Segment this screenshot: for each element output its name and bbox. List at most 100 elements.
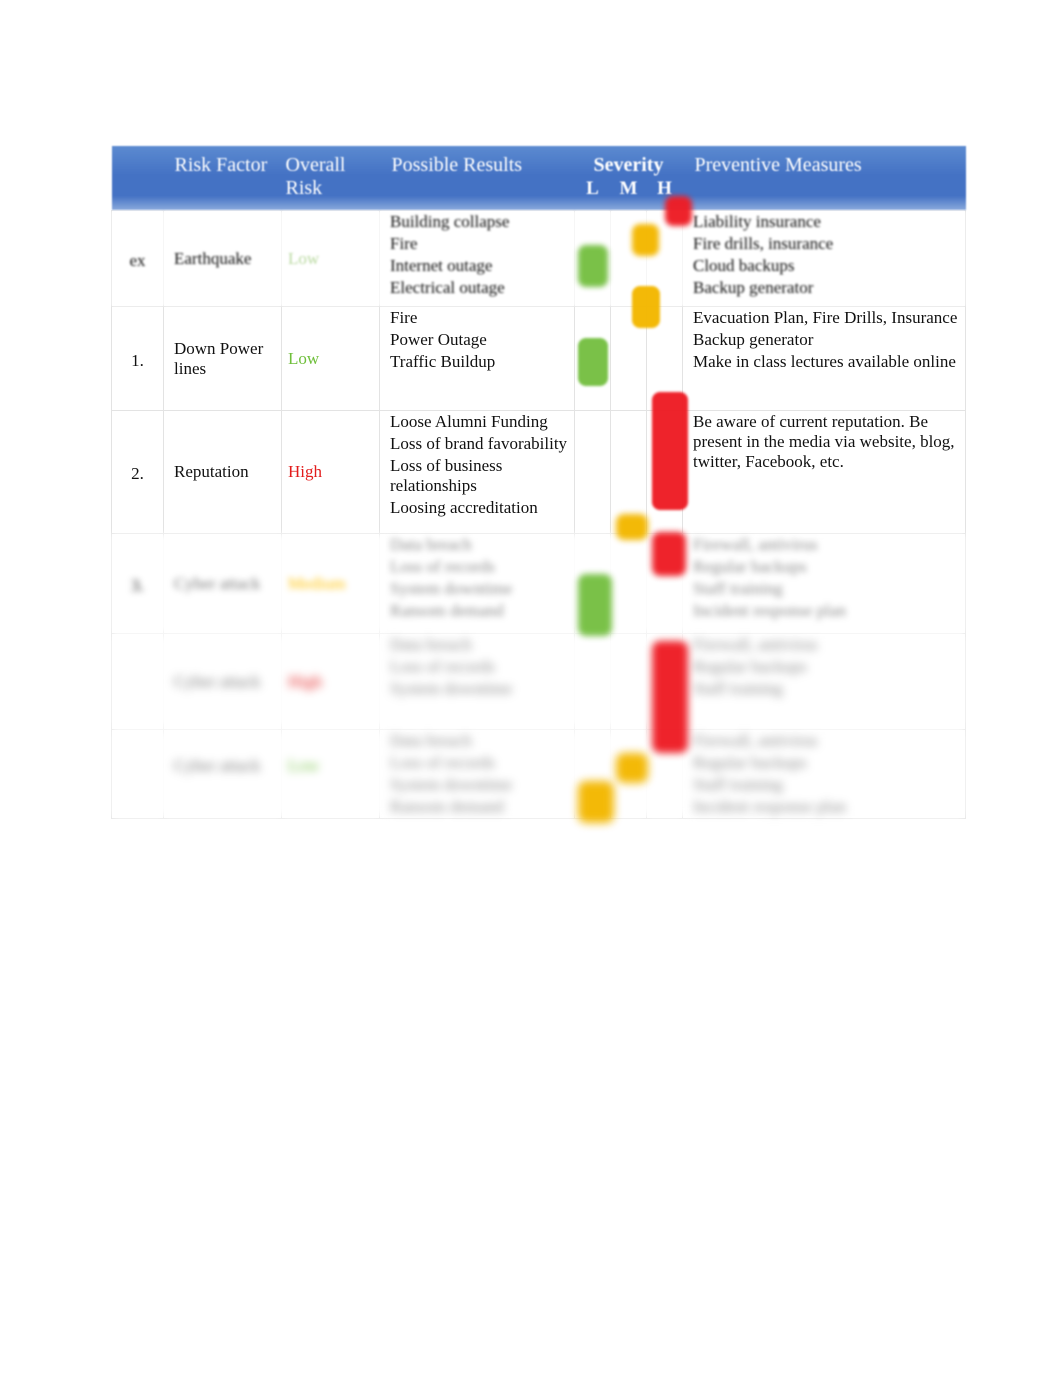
risk-factor-value: Reputation — [174, 462, 249, 481]
row-number: 3. — [131, 575, 144, 595]
possible-results-cell: Data breach Loss of records System downtim… — [379, 729, 575, 819]
preventive-measure-item: Liability insurance — [693, 212, 821, 231]
header-overall-risk-line2: Risk — [285, 177, 323, 199]
possible-result-item: Fire — [390, 234, 418, 253]
severity-cell-l — [574, 210, 611, 307]
row-number: 1. — [131, 350, 144, 370]
possible-result-item: Loss of brand favorability — [390, 434, 568, 453]
preventive-measures-cell: Firewall, antivirus Regular backups Staff … — [682, 729, 966, 819]
table-row: Cyber attack High Data breach Loss of recor… — [111, 633, 966, 730]
header-severity-high: H — [657, 178, 672, 199]
risk-factor-cell: Down Power lines — [163, 306, 282, 411]
possible-result-item: Loosing accreditation — [390, 498, 538, 517]
possible-result-item: Traffic Buildup — [390, 352, 496, 371]
severity-cell-h — [646, 729, 683, 819]
overall-risk-value: High — [288, 462, 322, 481]
possible-result-item: Loose Alumni Funding — [390, 412, 548, 431]
overall-risk-value: High — [288, 671, 322, 691]
preventive-measure-item: Firewall, antivirus — [693, 535, 818, 554]
preventive-measure-item: Incident response plan — [693, 797, 846, 816]
possible-results-cell: Data breach Loss of records System downtim… — [379, 533, 575, 634]
severity-cell-m — [610, 210, 647, 307]
overall-risk-value: Medium — [288, 573, 346, 593]
preventive-measures-cell: Liability insurance Fire drills, insuranc… — [682, 210, 966, 307]
risk-factor-cell: Cyber attack — [163, 533, 282, 634]
risk-factor-value: Cyber attack — [174, 573, 261, 593]
header-risk-factor: Risk Factor — [163, 146, 282, 211]
row-number: ex — [129, 250, 146, 270]
row-number-cell: 1. — [111, 306, 164, 411]
preventive-measures-cell: Firewall, antivirus Regular backups Staff … — [682, 533, 966, 634]
possible-result-item: System downtime — [390, 679, 513, 698]
table-row: ex Earthquake Low Building collapse Fire Inte… — [111, 210, 966, 307]
possible-result-item: Data breach — [390, 635, 472, 654]
possible-result-item: Ransom demand — [390, 601, 504, 620]
severity-cell-l — [574, 410, 611, 534]
risk-factor-value: Earthquake — [174, 248, 252, 268]
severity-cell-h — [646, 210, 683, 307]
preventive-measure-item: Incident response plan — [693, 601, 846, 620]
table-row: 3. Cyber attack Medium Data breach Loss of r… — [111, 533, 966, 634]
header-overall-risk-line1: Overall — [285, 154, 346, 176]
risk-factor-cell: Cyber attack — [163, 729, 282, 819]
row-number-cell — [111, 729, 164, 819]
row-number-cell: ex — [111, 210, 164, 307]
overall-risk-cell: Medium — [281, 533, 380, 634]
table-header: Risk Factor Overall Risk Possible Result… — [111, 146, 966, 211]
overall-risk-cell: Low — [281, 210, 380, 307]
preventive-measure-item: Make in class lectures available online — [693, 352, 956, 371]
table-row: Cyber attack Low Data breach Loss of record… — [111, 729, 966, 819]
preventive-measures-cell: Be aware of current reputation. Be prese… — [682, 410, 966, 534]
header-row: Risk Factor Overall Risk Possible Result… — [111, 146, 966, 211]
overall-risk-cell: Low — [281, 306, 380, 411]
table-row: 1. Down Power lines Low Fire Power Outage Tra… — [111, 306, 966, 411]
row-number-cell: 2. — [111, 410, 164, 534]
preventive-measure-item: Backup generator — [693, 330, 814, 349]
overall-risk-value: Low — [288, 756, 320, 775]
overall-risk-value: Low — [288, 348, 320, 368]
possible-result-item: System downtime — [390, 579, 513, 598]
risk-factor-value: Down Power lines — [174, 338, 264, 378]
severity-cell-m — [610, 306, 647, 411]
table-row: 2. Reputation High Loose Alumni Funding Loss… — [111, 410, 966, 534]
severity-cell-l — [574, 633, 611, 730]
possible-results-cell: Building collapse Fire Internet outage Elec… — [379, 210, 575, 307]
possible-result-item: Loss of records — [390, 657, 495, 676]
header-severity: Severity L M H — [574, 146, 683, 211]
possible-results-cell: Loose Alumni Funding Loss of brand favora… — [379, 410, 575, 534]
risk-factor-value: Cyber attack — [174, 756, 261, 775]
possible-result-item: Data breach — [390, 731, 472, 750]
preventive-measure-item: Backup generator — [693, 278, 814, 297]
severity-cell-h — [646, 306, 683, 411]
possible-result-item: Fire — [390, 308, 418, 327]
severity-cell-h — [646, 633, 683, 730]
risk-factor-value: Cyber attack — [174, 671, 261, 691]
severity-cell-m — [610, 533, 647, 634]
possible-result-item: Ransom demand — [390, 797, 504, 816]
possible-results-cell: Fire Power Outage Traffic Buildup — [379, 306, 575, 411]
preventive-measure-item: Evacuation Plan, Fire Drills, Insurance — [693, 308, 958, 327]
header-severity-low: L — [586, 178, 599, 199]
severity-cell-l — [574, 533, 611, 634]
severity-cell-m — [610, 633, 647, 730]
preventive-measure-item: Cloud backups — [693, 256, 795, 275]
risk-factor-cell: Earthquake — [163, 210, 282, 307]
header-possible-results-label: Possible Results — [391, 154, 523, 176]
possible-result-item: Loss of records — [390, 557, 495, 576]
preventive-measure-item: Be aware of current reputation. Be prese… — [693, 412, 955, 471]
header-risk-factor-label: Risk Factor — [174, 154, 268, 176]
preventive-measure-item: Regular backups — [693, 753, 807, 772]
possible-result-item: Loss of records — [390, 753, 495, 772]
possible-results-cell: Data breach Loss of records System downtim… — [379, 633, 575, 730]
severity-cell-m — [610, 410, 647, 534]
possible-result-item: Data breach — [390, 535, 472, 554]
preventive-measure-item: Firewall, antivirus — [693, 635, 818, 654]
preventive-measure-item: Staff training — [693, 775, 783, 794]
risk-factor-cell: Reputation — [163, 410, 282, 534]
header-severity-label: Severity — [593, 154, 664, 176]
possible-result-item: Building collapse — [390, 212, 510, 231]
preventive-measures-cell: Evacuation Plan, Fire Drills, Insurance B… — [682, 306, 966, 411]
preventive-measure-item: Staff training — [693, 579, 783, 598]
severity-cell-l — [574, 306, 611, 411]
preventive-measures-cell: Firewall, antivirus Regular backups Staff … — [682, 633, 966, 730]
